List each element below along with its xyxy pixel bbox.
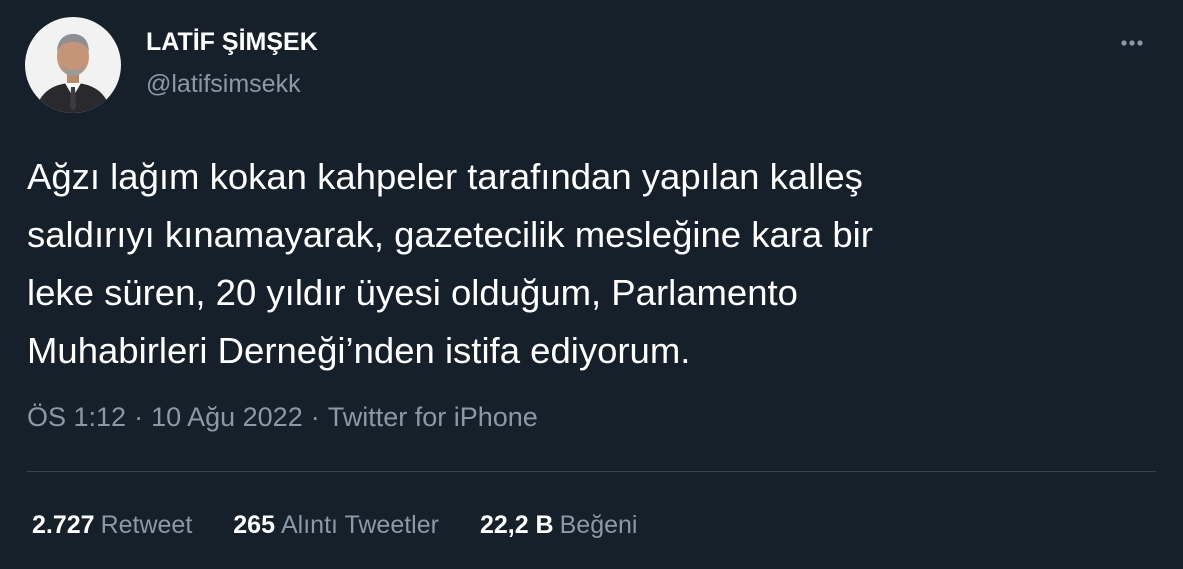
likes-stat[interactable]: 22,2 B Beğeni [480,511,638,540]
avatar[interactable] [25,17,121,113]
tweet-meta: ÖS 1:12 · 10 Ağu 2022 · Twitter for iPhone [27,402,538,433]
more-options-button[interactable] [1112,30,1152,56]
meta-separator: · [134,402,144,432]
quote-tweets-count: 265 [233,511,275,539]
tweet-date[interactable]: 10 Ağu 2022 [151,402,303,432]
retweets-stat[interactable]: 2.727 Retweet [32,511,192,540]
retweets-count: 2.727 [32,511,95,539]
tweet-time[interactable]: ÖS 1:12 [27,402,126,432]
author-handle[interactable]: @latifsimsekk [146,70,301,99]
author-name[interactable]: LATİF ŞİMŞEK [146,28,318,57]
quote-tweets-label: Alıntı Tweetler [281,511,439,539]
more-options-icon [1121,40,1143,46]
likes-count: 22,2 B [479,511,554,539]
tweet-text: Ağzı lağım kokan kahpeler tarafından yap… [27,156,873,371]
likes-label: Beğeni [559,511,638,539]
tweet-card: LATİF ŞİMŞEK @latifsimsekk Ağzı lağım ko… [0,0,1183,569]
avatar-photo [25,17,121,113]
meta-separator: · [310,402,320,432]
tweet-source-link[interactable]: Twitter for iPhone [328,402,538,432]
divider [27,471,1156,472]
quote-tweets-stat[interactable]: 265 Alıntı Tweetler [233,511,439,540]
retweets-label: Retweet [100,511,193,539]
tweet-stats: 2.727 Retweet 265 Alıntı Tweetler 22,2 B Be… [32,511,678,540]
